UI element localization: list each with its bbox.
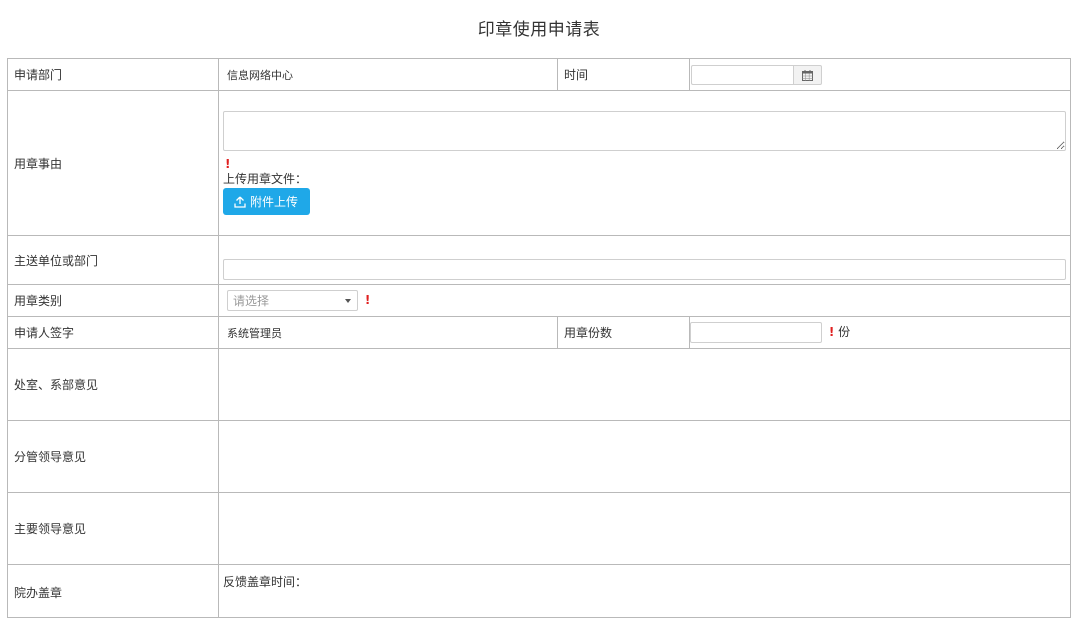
copies-unit: 份 bbox=[838, 325, 851, 339]
row-dept-time: 申请部门 信息网络中心 时间 bbox=[7, 58, 1071, 91]
signature-value: 系统管理员 bbox=[227, 326, 282, 340]
office-opinion-cell bbox=[218, 348, 1071, 421]
upload-icon bbox=[234, 196, 246, 208]
leader-opinion-cell bbox=[218, 420, 1071, 493]
category-cell: 请选择 ! bbox=[218, 284, 1071, 317]
row-leader-opinion: 分管领导意见 bbox=[7, 420, 1071, 493]
calendar-icon bbox=[802, 69, 813, 81]
row-main-leader-opinion: 主要领导意见 bbox=[7, 492, 1071, 565]
recipient-cell bbox=[218, 235, 1071, 285]
seal-label: 院办盖章 bbox=[7, 564, 219, 618]
upload-button-label: 附件上传 bbox=[250, 195, 299, 209]
reason-required-mark: ! bbox=[225, 157, 231, 171]
main-leader-opinion-cell bbox=[218, 492, 1071, 565]
upload-label: 上传用章文件： bbox=[223, 172, 308, 186]
recipient-input[interactable] bbox=[223, 259, 1066, 280]
dept-value-cell: 信息网络中心 bbox=[218, 58, 558, 91]
date-picker bbox=[691, 65, 822, 85]
copies-required-mark: ! bbox=[828, 325, 835, 339]
copies-input[interactable] bbox=[690, 322, 822, 343]
main-leader-opinion-label: 主要领导意见 bbox=[7, 492, 219, 565]
dept-value: 信息网络中心 bbox=[227, 68, 293, 82]
row-office-opinion: 处室、系部意见 bbox=[7, 348, 1071, 421]
form-title: 印章使用申请表 bbox=[477, 20, 601, 40]
time-label: 时间 bbox=[557, 58, 690, 91]
row-category: 用章类别 请选择 ! bbox=[7, 284, 1071, 317]
seal-cell: 反馈盖章时间： bbox=[218, 564, 1071, 618]
signature-label: 申请人签字 bbox=[7, 316, 219, 349]
copies-label: 用章份数 bbox=[557, 316, 690, 349]
copies-cell: ! 份 bbox=[689, 316, 1071, 349]
time-input[interactable] bbox=[691, 65, 793, 85]
row-reason: 用章事由 ! 上传用章文件： 附件上传 bbox=[7, 90, 1071, 236]
calendar-button[interactable] bbox=[793, 65, 822, 85]
category-label: 用章类别 bbox=[7, 284, 219, 317]
leader-opinion-label: 分管领导意见 bbox=[7, 420, 219, 493]
reason-textarea[interactable] bbox=[223, 111, 1066, 151]
category-placeholder: 请选择 bbox=[233, 294, 270, 308]
office-opinion-label: 处室、系部意见 bbox=[7, 348, 219, 421]
recipient-label: 主送单位或部门 bbox=[7, 235, 219, 285]
row-recipient: 主送单位或部门 bbox=[7, 235, 1071, 285]
feedback-time-label: 反馈盖章时间： bbox=[223, 575, 308, 589]
row-seal: 院办盖章 反馈盖章时间： bbox=[7, 564, 1071, 618]
attachment-upload-button[interactable]: 附件上传 bbox=[223, 188, 311, 215]
signature-value-cell: 系统管理员 bbox=[218, 316, 558, 349]
category-required-mark: ! bbox=[364, 293, 371, 307]
category-select[interactable]: 请选择 bbox=[227, 290, 358, 311]
dept-label: 申请部门 bbox=[7, 58, 219, 91]
chevron-down-icon bbox=[345, 298, 351, 303]
reason-label: 用章事由 bbox=[7, 90, 219, 236]
reason-cell: ! 上传用章文件： 附件上传 bbox=[218, 90, 1071, 236]
seal-application-form: 申请部门 信息网络中心 时间 用章事由 ! 上传用章文件： 附件上传 主送单位或… bbox=[7, 58, 1071, 618]
time-cell bbox=[689, 58, 1071, 91]
row-signature-copies: 申请人签字 系统管理员 用章份数 ! 份 bbox=[7, 316, 1071, 349]
